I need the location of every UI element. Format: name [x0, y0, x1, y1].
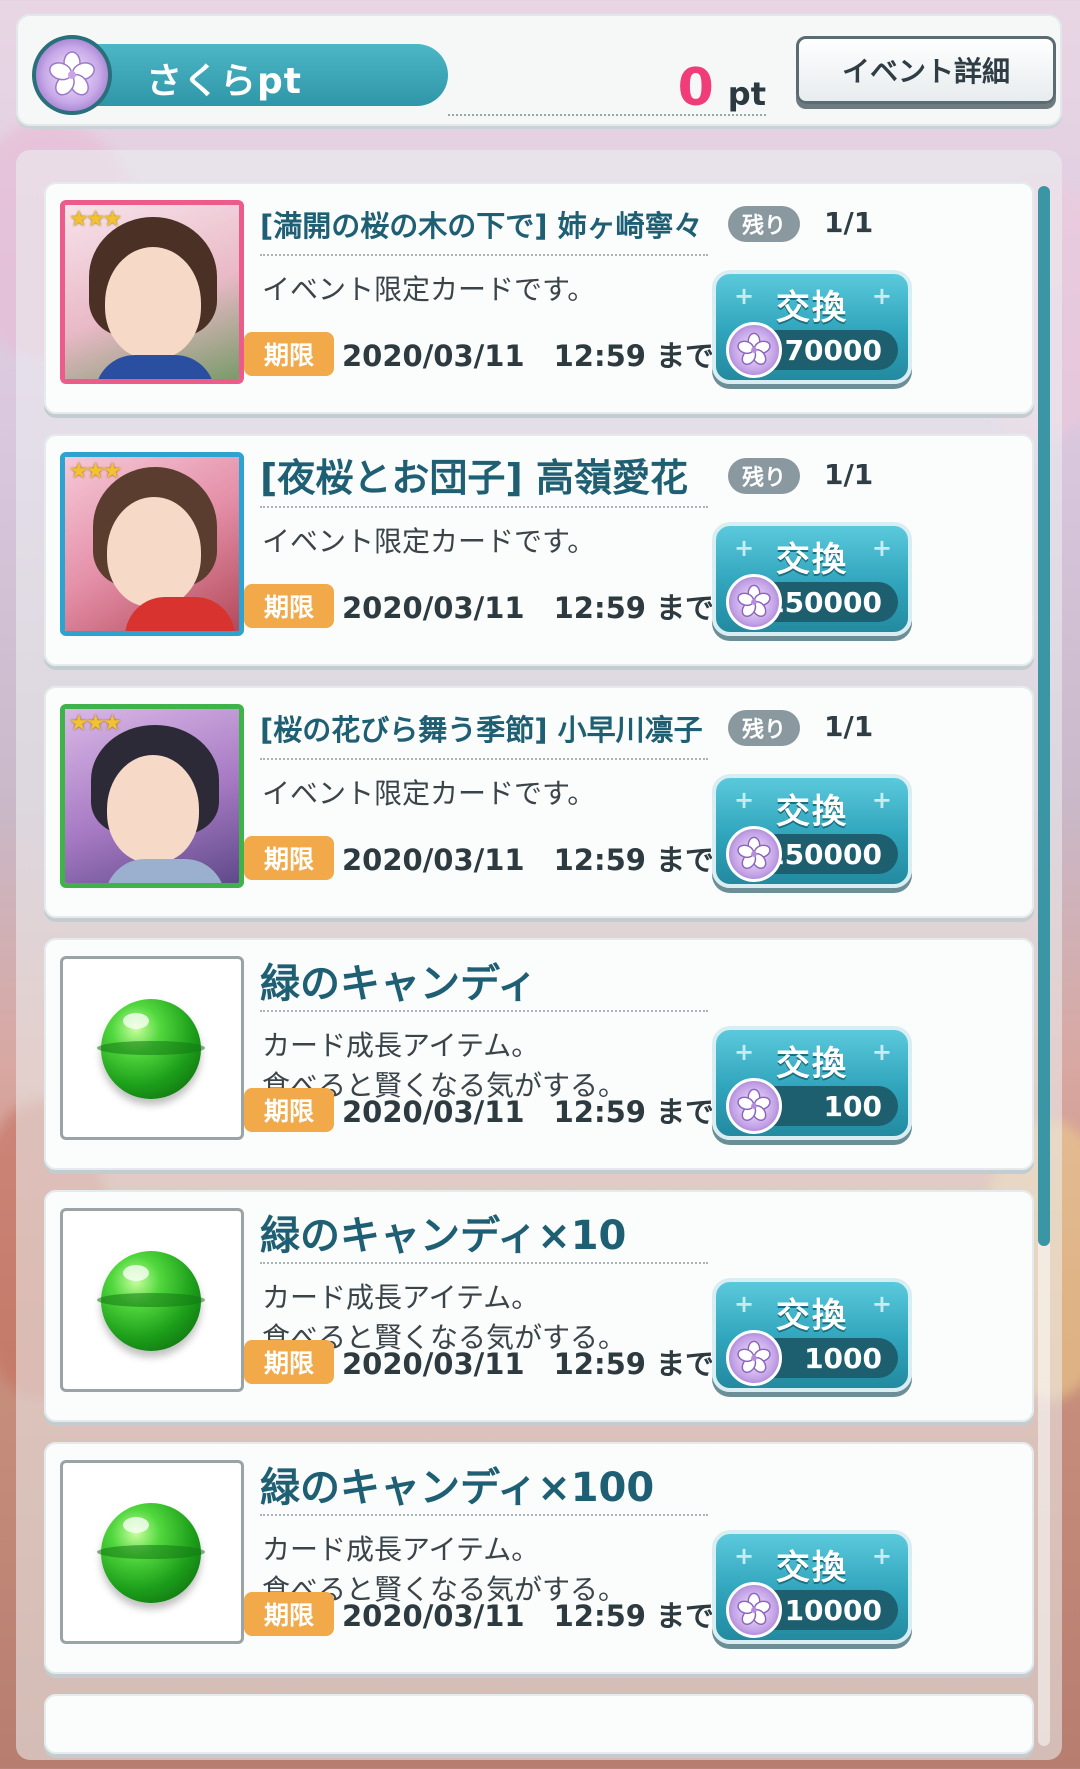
sakura-icon: [726, 1582, 782, 1638]
exchange-label: 交換: [776, 540, 848, 580]
exchange-button[interactable]: + + 交換 150000: [712, 774, 912, 888]
item-description: イベント限定カードです。: [262, 774, 595, 814]
deadline: 期限 2020/03/11 12:59 まで: [244, 332, 714, 376]
description-line: イベント限定カードです。: [262, 525, 596, 558]
green-candy-icon: [97, 1251, 205, 1351]
description-line: イベント限定カードです。: [262, 777, 596, 810]
green-candy-icon: [97, 999, 205, 1099]
item-title: 緑のキャンディ×100: [260, 1458, 708, 1516]
item-title: 緑のキャンディ×10: [260, 1206, 708, 1264]
deadline: 期限 2020/03/11 12:59 まで: [244, 1592, 714, 1636]
deadline-text: 2020/03/11 12:59 まで: [342, 1095, 715, 1129]
item-description: イベント限定カードです。: [262, 522, 595, 562]
exchange-button[interactable]: + + 交換 1000: [712, 1278, 912, 1392]
item-thumbnail[interactable]: [60, 1460, 244, 1644]
remain-count: 1/1: [824, 206, 874, 239]
item-title: [桜の花びら舞う季節] 小早川凛子: [260, 702, 708, 760]
sakura-icon: [726, 826, 782, 882]
item-title: [満開の桜の木の下で] 姉ヶ崎寧々: [260, 198, 708, 256]
sakura-icon: [32, 35, 112, 115]
sakura-icon: [726, 322, 782, 378]
sakura-icon: [726, 1330, 782, 1386]
exchange-item: 緑のキャンディ×100 カード成長アイテム。 食べると賢くなる気がする。 期限 …: [44, 1442, 1034, 1674]
currency-label: さくらpt: [146, 61, 302, 102]
deadline-text: 2020/03/11 12:59 まで: [342, 339, 715, 373]
deadline-text: 2020/03/11 12:59 まで: [342, 591, 715, 625]
deadline-badge: 期限: [244, 584, 334, 628]
item-description: イベント限定カードです。: [262, 270, 595, 310]
remain-count: 1/1: [824, 458, 874, 491]
exchange-item: ★★★ [満開の桜の木の下で] 姉ヶ崎寧々 残り 1/1 イベント限定カードです…: [44, 182, 1034, 414]
remain-count: 1/1: [824, 710, 874, 743]
card-thumbnail[interactable]: ★★★: [60, 200, 244, 384]
rarity-stars: ★★★: [69, 459, 122, 484]
exchange-label: 交換: [776, 1296, 848, 1336]
rarity-stars: ★★★: [69, 207, 122, 232]
exchange-label: 交換: [776, 1548, 848, 1588]
exchange-item: ★★★ [夜桜とお団子] 高嶺愛花 残り 1/1 イベント限定カードです。 期限…: [44, 434, 1034, 666]
exchange-label: 交換: [776, 1044, 848, 1084]
deadline: 期限 2020/03/11 12:59 まで: [244, 1088, 714, 1132]
currency-pill: さくらpt: [32, 35, 448, 115]
scroll-thumb[interactable]: [1038, 186, 1050, 1246]
deadline-badge: 期限: [244, 1340, 334, 1384]
scrollbar[interactable]: [1038, 186, 1050, 1746]
deadline-text: 2020/03/11 12:59 まで: [342, 1347, 715, 1381]
description-line: カード成長アイテム。: [262, 1533, 540, 1566]
remain-badge: 残り: [728, 458, 800, 494]
item-title: 緑のキャンディ: [260, 954, 708, 1012]
exchange-item: 緑のキャンディ カード成長アイテム。 食べると賢くなる気がする。 期限 2020…: [44, 938, 1034, 1170]
item-title: [夜桜とお団子] 高嶺愛花: [260, 450, 708, 508]
green-candy-icon: [97, 1503, 205, 1603]
deadline-badge: 期限: [244, 836, 334, 880]
deadline-text: 2020/03/11 12:59 まで: [342, 1599, 715, 1633]
description-line: カード成長アイテム。: [262, 1281, 540, 1314]
deadline-text: 2020/03/11 12:59 まで: [342, 843, 715, 877]
exchange-item: [44, 1694, 1034, 1754]
event-details-button[interactable]: イベント詳細: [796, 36, 1056, 104]
exchange-label: 交換: [776, 792, 848, 832]
points-display: 0 pt: [448, 58, 766, 118]
exchange-button[interactable]: + + 交換 150000: [712, 522, 912, 636]
item-thumbnail[interactable]: [60, 956, 244, 1140]
card-thumbnail[interactable]: ★★★: [60, 704, 244, 888]
exchange-button[interactable]: + + 交換 10000: [712, 1530, 912, 1644]
remain-badge: 残り: [728, 710, 800, 746]
description-line: カード成長アイテム。: [262, 1029, 540, 1062]
deadline-badge: 期限: [244, 332, 334, 376]
points-value: 0: [677, 58, 714, 118]
description-line: イベント限定カードです。: [262, 273, 596, 306]
points-header: さくらpt 0 pt イベント詳細: [16, 14, 1062, 126]
rarity-stars: ★★★: [69, 711, 122, 736]
exchange-button[interactable]: + + 交換 100: [712, 1026, 912, 1140]
sakura-icon: [726, 574, 782, 630]
deadline: 期限 2020/03/11 12:59 まで: [244, 836, 714, 880]
deadline: 期限 2020/03/11 12:59 まで: [244, 1340, 714, 1384]
deadline-badge: 期限: [244, 1592, 334, 1636]
sakura-icon: [726, 1078, 782, 1134]
points-unit: pt: [727, 75, 766, 113]
deadline-badge: 期限: [244, 1088, 334, 1132]
exchange-item: ★★★ [桜の花びら舞う季節] 小早川凛子 残り 1/1 イベント限定カードです…: [44, 686, 1034, 918]
card-thumbnail[interactable]: ★★★: [60, 452, 244, 636]
remain-badge: 残り: [728, 206, 800, 242]
exchange-item: 緑のキャンディ×10 カード成長アイテム。 食べると賢くなる気がする。 期限 2…: [44, 1190, 1034, 1422]
exchange-button[interactable]: + + 交換 70000: [712, 270, 912, 384]
deadline: 期限 2020/03/11 12:59 まで: [244, 584, 714, 628]
item-thumbnail[interactable]: [60, 1208, 244, 1392]
exchange-label: 交換: [776, 288, 848, 328]
